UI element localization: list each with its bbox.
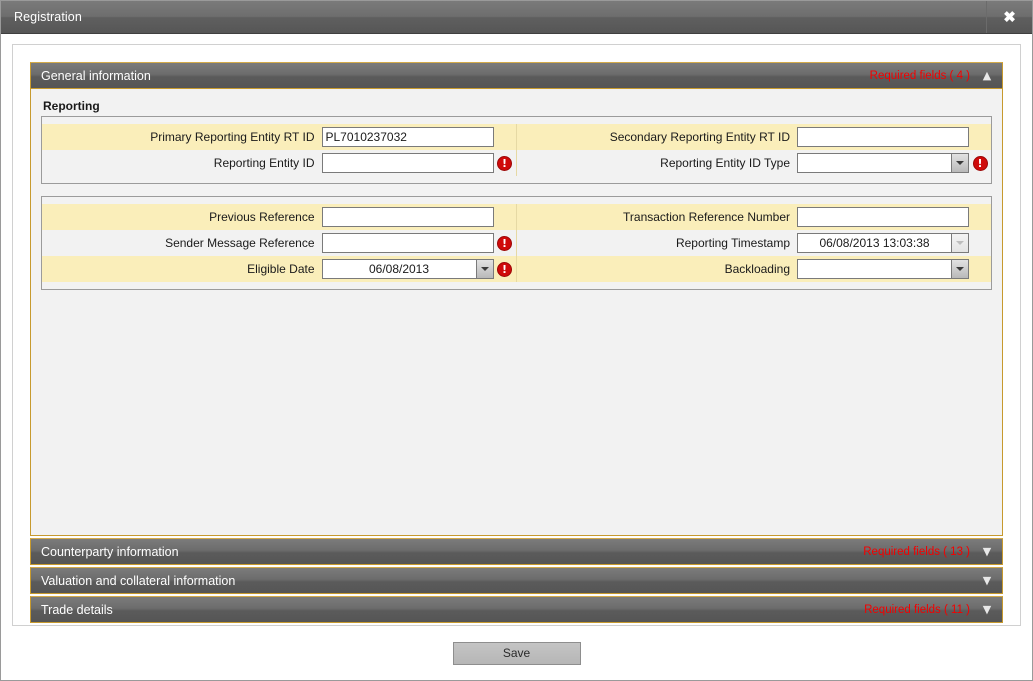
close-icon[interactable]: ✖ <box>986 1 1032 33</box>
field-label: Primary Reporting Entity RT ID <box>150 130 315 144</box>
section-header-counterparty-information[interactable]: Counterparty information Required fields… <box>30 538 1003 565</box>
field-label: Transaction Reference Number <box>623 210 790 224</box>
transaction-reference-number-input[interactable] <box>797 207 969 227</box>
error-slot: ! <box>969 155 991 171</box>
field-secondary-reporting-entity-rt-id: Secondary Reporting Entity RT ID ! <box>517 124 992 150</box>
group-label-reporting: Reporting <box>43 99 100 113</box>
window-titlebar: Registration ✖ <box>1 1 1032 34</box>
field-control <box>321 127 494 147</box>
error-slot: ! <box>494 261 516 277</box>
field-label: Backloading <box>724 262 790 276</box>
chevron-down-icon <box>951 234 968 252</box>
field-row: Primary Reporting Entity RT ID ! Seconda… <box>42 124 991 150</box>
field-control <box>797 153 969 173</box>
section-body-general-information: Reporting Primary Reporting Entity RT ID… <box>30 89 1003 536</box>
error-icon: ! <box>497 235 512 251</box>
section-header-trade-details[interactable]: Trade details Required fields ( 11 ) ▼ <box>30 596 1003 623</box>
field-row: Sender Message Reference ! Reporting Tim… <box>42 230 991 256</box>
field-reporting-entity-id: Reporting Entity ID ! <box>42 150 517 176</box>
field-label: Secondary Reporting Entity RT ID <box>609 130 790 144</box>
field-label: Reporting Entity ID Type <box>660 156 790 170</box>
chevron-up-icon[interactable]: ▲ <box>980 70 994 81</box>
fieldbox-reporting-references: Previous Reference ! Transaction Referen… <box>41 196 992 290</box>
form-footer: Save <box>12 626 1021 680</box>
error-slot: ! <box>969 262 991 277</box>
field-previous-reference: Previous Reference ! <box>42 204 517 230</box>
section-title: Counterparty information <box>41 544 179 559</box>
section-required-fields-badge: Required fields ( 11 ) <box>864 603 970 616</box>
fieldbox-reporting-identity: Primary Reporting Entity RT ID ! Seconda… <box>41 116 992 184</box>
reporting-timestamp-dropdown[interactable]: 06/08/2013 13:03:38 <box>797 233 969 253</box>
field-control <box>797 259 969 279</box>
field-eligible-date: Eligible Date 06/08/2013 ! <box>42 256 517 282</box>
field-control: 06/08/2013 <box>321 259 494 279</box>
section-title: Trade details <box>41 602 113 617</box>
section-title: General information <box>41 68 151 83</box>
registration-window: Registration ✖ General information Requi… <box>0 0 1033 681</box>
reporting-entity-id-type-dropdown[interactable] <box>797 153 969 173</box>
previous-reference-input[interactable] <box>321 207 494 227</box>
field-row: Reporting Entity ID ! Reporting Entity I… <box>42 150 991 176</box>
error-slot: ! <box>494 130 516 145</box>
error-slot: ! <box>494 210 516 225</box>
field-control <box>321 207 494 227</box>
field-label: Sender Message Reference <box>165 236 315 250</box>
error-slot: ! <box>969 130 991 145</box>
section-general-information: General information Required fields ( 4 … <box>30 62 1003 536</box>
chevron-down-icon[interactable]: ▼ <box>980 546 994 557</box>
error-icon: ! <box>972 155 988 171</box>
dropdown-value: 06/08/2013 13:03:38 <box>819 236 930 250</box>
field-label: Previous Reference <box>209 210 315 224</box>
field-control <box>321 153 494 173</box>
chevron-down-icon[interactable] <box>951 260 968 278</box>
section-header-general-information[interactable]: General information Required fields ( 4 … <box>30 62 1003 89</box>
backloading-dropdown[interactable] <box>797 259 969 279</box>
window-body: General information Required fields ( 4 … <box>1 34 1032 680</box>
eligible-date-picker[interactable]: 06/08/2013 <box>321 259 494 279</box>
section-required-fields-badge: Required fields ( 13 ) <box>863 545 970 558</box>
field-label: Eligible Date <box>247 262 315 276</box>
field-control: 06/08/2013 13:03:38 <box>797 233 969 253</box>
field-primary-reporting-entity-rt-id: Primary Reporting Entity RT ID ! <box>42 124 517 150</box>
error-slot: ! <box>969 210 991 225</box>
field-backloading: Backloading ! <box>517 256 992 282</box>
sender-message-reference-input[interactable] <box>321 233 494 253</box>
field-reporting-entity-id-type: Reporting Entity ID Type ! <box>517 150 992 176</box>
secondary-reporting-entity-rt-id-input[interactable] <box>797 127 969 147</box>
error-slot: ! <box>494 235 516 251</box>
field-transaction-reference-number: Transaction Reference Number ! <box>517 204 992 230</box>
window-title: Registration <box>14 10 82 24</box>
section-counterparty-information: Counterparty information Required fields… <box>30 538 1003 565</box>
section-header-valuation-and-collateral-information[interactable]: Valuation and collateral information ▼ <box>30 567 1003 594</box>
section-required-fields-badge: Required fields ( 4 ) <box>869 69 970 82</box>
content-frame: General information Required fields ( 4 … <box>12 44 1021 626</box>
section-title: Valuation and collateral information <box>41 573 236 588</box>
chevron-down-icon[interactable] <box>475 260 493 278</box>
field-row: Previous Reference ! Transaction Referen… <box>42 204 991 230</box>
error-icon: ! <box>497 155 512 171</box>
field-label: Reporting Entity ID <box>213 156 315 170</box>
error-slot: ! <box>969 236 991 251</box>
dropdown-value: 06/08/2013 <box>368 262 430 276</box>
error-slot: ! <box>494 155 516 171</box>
chevron-down-icon[interactable]: ▼ <box>980 604 994 615</box>
section-trade-details: Trade details Required fields ( 11 ) ▼ <box>30 596 1003 623</box>
chevron-down-icon[interactable]: ▼ <box>980 575 994 586</box>
reporting-entity-id-input[interactable] <box>321 153 494 173</box>
field-control <box>797 207 969 227</box>
field-label: Reporting Timestamp <box>675 236 790 250</box>
field-control <box>321 233 494 253</box>
primary-reporting-entity-rt-id-input[interactable] <box>321 127 494 147</box>
field-sender-message-reference: Sender Message Reference ! <box>42 230 517 256</box>
chevron-down-icon[interactable] <box>951 154 968 172</box>
field-reporting-timestamp: Reporting Timestamp 06/08/2013 13:03:38 … <box>517 230 992 256</box>
field-row: Eligible Date 06/08/2013 ! Backloading <box>42 256 991 282</box>
section-valuation-and-collateral-information: Valuation and collateral information ▼ <box>30 567 1003 594</box>
error-icon: ! <box>497 261 512 277</box>
field-control <box>797 127 969 147</box>
save-button[interactable]: Save <box>452 641 581 665</box>
